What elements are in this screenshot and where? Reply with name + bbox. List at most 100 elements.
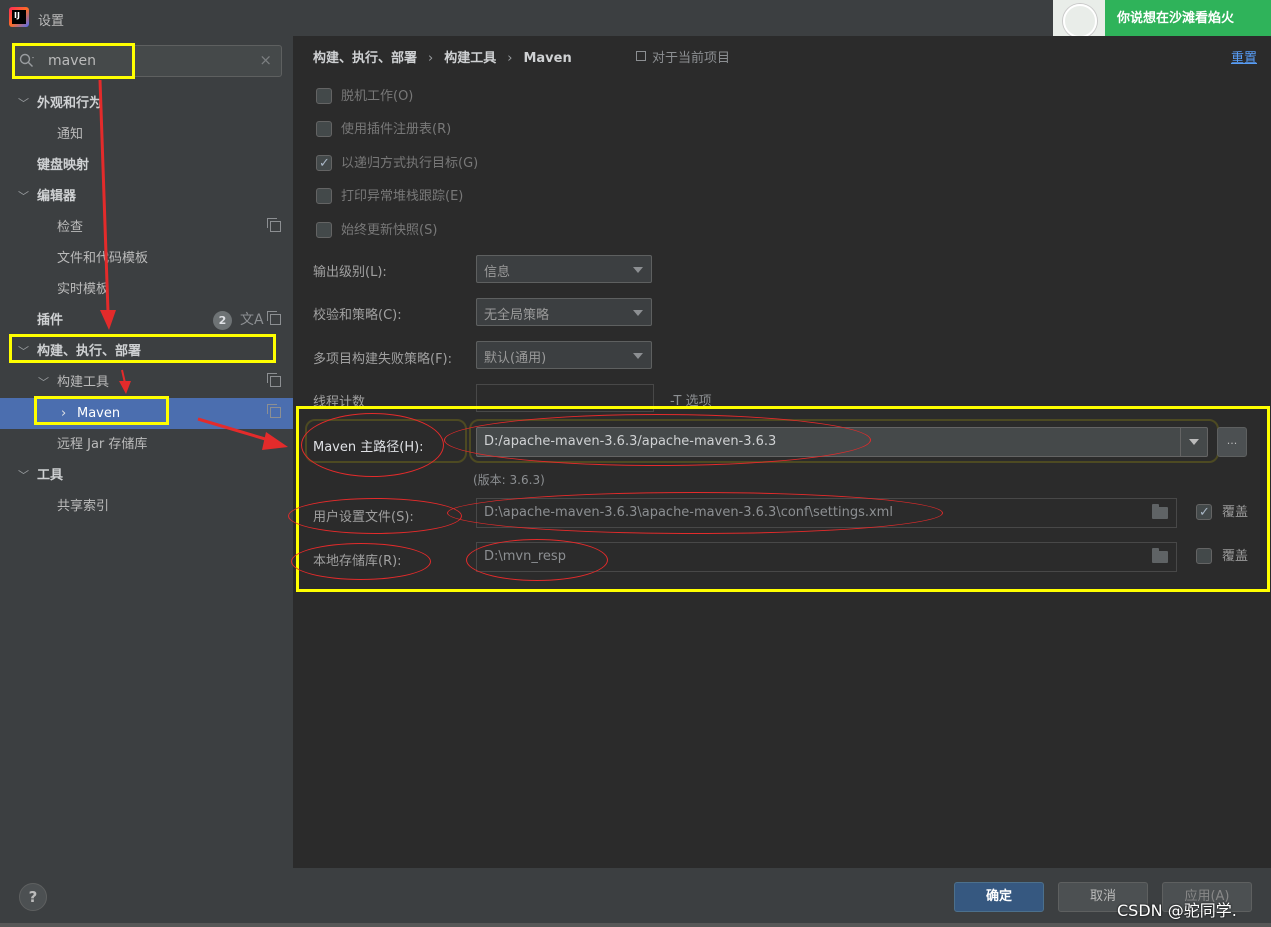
browse-button[interactable]: ... (1217, 427, 1247, 457)
tree-item-plugins[interactable]: 插件 2 文A (0, 305, 293, 336)
chevron-down-icon[interactable]: ﹀ (18, 181, 29, 212)
scope-text: 对于当前项目 (652, 51, 731, 66)
folder-icon[interactable] (1152, 504, 1168, 519)
plugin-registry-checkbox[interactable] (316, 121, 332, 137)
tree-item-remote-jar[interactable]: 远程 Jar 存储库 (0, 429, 293, 460)
tree-item-maven[interactable]: › Maven (0, 398, 293, 429)
tree-item-label: 外观和行为 (37, 96, 103, 111)
print-stack-checkbox[interactable] (316, 188, 332, 204)
chevron-right-icon: › (507, 51, 513, 66)
tree-item-build-execution-deployment[interactable]: ﹀ 构建、执行、部署 (0, 336, 293, 367)
tree-item-label: 远程 Jar 存储库 (57, 437, 148, 452)
chevron-down-icon[interactable]: ﹀ (18, 88, 29, 119)
checksum-policy-select[interactable]: 无全局策略 (476, 298, 652, 326)
search-input[interactable] (48, 52, 248, 70)
dropdown-arrow-icon (633, 353, 643, 359)
scope-note: 对于当前项目 (636, 47, 730, 66)
fail-policy-label: 多项目构建失败策略(F): (313, 352, 453, 367)
intellij-logo-icon: IJ (9, 7, 29, 27)
offline-label: 脱机工作(O) (341, 89, 414, 104)
chevron-right-icon: › (428, 51, 434, 66)
settings-sidebar: × ﹀ 外观和行为 通知 键盘映射 ﹀ 编辑器 检查 文件和代码模板 实时模板 … (0, 36, 293, 868)
recursive-checkbox[interactable] (316, 154, 332, 174)
override-checkbox[interactable] (1196, 548, 1212, 564)
tree-item-build-tools[interactable]: ﹀ 构建工具 (0, 367, 293, 398)
breadcrumb: 构建、执行、部署 › 构建工具 › Maven (313, 47, 580, 66)
tree-item-keymap[interactable]: 键盘映射 (0, 150, 293, 181)
override-label: 覆盖 (1222, 549, 1249, 564)
reset-link[interactable]: 重置 (1231, 47, 1257, 66)
override-checkbox[interactable] (1196, 503, 1212, 523)
breadcrumb-build-tools: 构建工具 (444, 51, 497, 66)
chevron-down-icon[interactable] (1180, 428, 1207, 456)
settings-search[interactable]: × (12, 45, 282, 77)
tree-item-label: 编辑器 (37, 189, 77, 204)
tree-item-label: 构建工具 (57, 375, 110, 390)
folder-icon[interactable] (1152, 548, 1168, 563)
maven-version: (版本: 3.6.3) (473, 473, 545, 487)
tree-item-tools[interactable]: ﹀ 工具 (0, 460, 293, 491)
window-title: 设置 (38, 14, 65, 29)
local-repo-label: 本地存储库(R): (313, 554, 402, 569)
always-update-label: 始终更新快照(S) (341, 223, 438, 238)
project-scope-icon (267, 373, 281, 387)
chevron-down-icon[interactable]: ﹀ (38, 367, 49, 398)
csdn-watermark: CSDN @驼同学. (1117, 901, 1237, 920)
tree-item-label: 文件和代码模板 (57, 251, 149, 266)
chevron-down-icon[interactable]: ﹀ (18, 336, 29, 367)
thread-count-label: 线程计数 (313, 395, 366, 410)
tree-item-shared-indexes[interactable]: 共享索引 (0, 491, 293, 522)
chevron-right-icon[interactable]: › (61, 398, 66, 429)
maven-home-label: Maven 主路径(H): (313, 440, 424, 455)
recursive-label: 以递归方式执行目标(G) (341, 156, 479, 171)
banner-text: 你说想在沙滩看焰火 (1117, 11, 1235, 26)
tree-item-inspections[interactable]: 检查 (0, 212, 293, 243)
project-scope-icon (267, 311, 281, 325)
tree-item-label: 工具 (37, 468, 64, 483)
project-scope-icon (267, 218, 281, 232)
user-settings-label: 用户设置文件(S): (313, 510, 414, 525)
plugins-update-badge: 2 (213, 311, 232, 330)
translate-icon: 文A (240, 312, 264, 328)
fail-policy-value: 默认(通用) (484, 351, 547, 366)
local-repo-field[interactable]: D:\mvn_resp (476, 542, 1177, 572)
output-level-label: 输出级别(L): (313, 265, 387, 280)
output-level-select[interactable]: 信息 (476, 255, 652, 283)
help-button[interactable]: ? (19, 883, 47, 911)
dialog-footer: ? 确定 取消 应用(A) CSDN @驼同学. (0, 868, 1271, 927)
tree-item-label: Maven (77, 406, 121, 421)
chevron-down-icon[interactable]: ﹀ (18, 460, 29, 491)
tree-item-label: 键盘映射 (37, 158, 90, 173)
thread-count-input[interactable] (476, 384, 654, 412)
tree-item-live-templates[interactable]: 实时模板 (0, 274, 293, 305)
tree-item-label: 实时模板 (57, 282, 110, 297)
checksum-policy-value: 无全局策略 (484, 308, 550, 323)
maven-home-value: D:/apache-maven-3.6.3/apache-maven-3.6.3 (484, 434, 777, 449)
status-strip (0, 923, 1271, 927)
local-repo-value: D:\mvn_resp (484, 549, 566, 564)
print-stack-label: 打印异常堆栈跟踪(E) (341, 189, 464, 204)
tree-item-notifications[interactable]: 通知 (0, 119, 293, 150)
tree-item-label: 共享索引 (57, 499, 110, 514)
breadcrumb-build: 构建、执行、部署 (313, 51, 418, 66)
search-icon (19, 53, 34, 67)
checksum-policy-label: 校验和策略(C): (313, 308, 402, 323)
project-scope-icon (636, 51, 646, 61)
tree-item-label: 检查 (57, 220, 84, 235)
user-settings-field[interactable]: D:\apache-maven-3.6.3\apache-maven-3.6.3… (476, 498, 1177, 528)
ok-button[interactable]: 确定 (954, 882, 1044, 912)
project-scope-icon (267, 404, 281, 418)
offline-checkbox[interactable] (316, 88, 332, 104)
tree-item-file-templates[interactable]: 文件和代码模板 (0, 243, 293, 274)
always-update-checkbox[interactable] (316, 222, 332, 238)
fail-policy-select[interactable]: 默认(通用) (476, 341, 652, 369)
tree-item-editor[interactable]: ﹀ 编辑器 (0, 181, 293, 212)
maven-home-combo[interactable]: D:/apache-maven-3.6.3/apache-maven-3.6.3 (476, 427, 1208, 457)
dropdown-arrow-icon (633, 310, 643, 316)
clear-icon[interactable]: × (259, 51, 272, 69)
maven-settings-panel: 构建、执行、部署 › 构建工具 › Maven 对于当前项目 重置 脱机工作(O) 使用… (293, 36, 1271, 868)
t-option-label: -T 选项 (670, 394, 712, 409)
tree-item-label: 构建、执行、部署 (37, 344, 142, 359)
tree-item-appearance[interactable]: ﹀ 外观和行为 (0, 88, 293, 119)
override-label: 覆盖 (1222, 505, 1249, 520)
